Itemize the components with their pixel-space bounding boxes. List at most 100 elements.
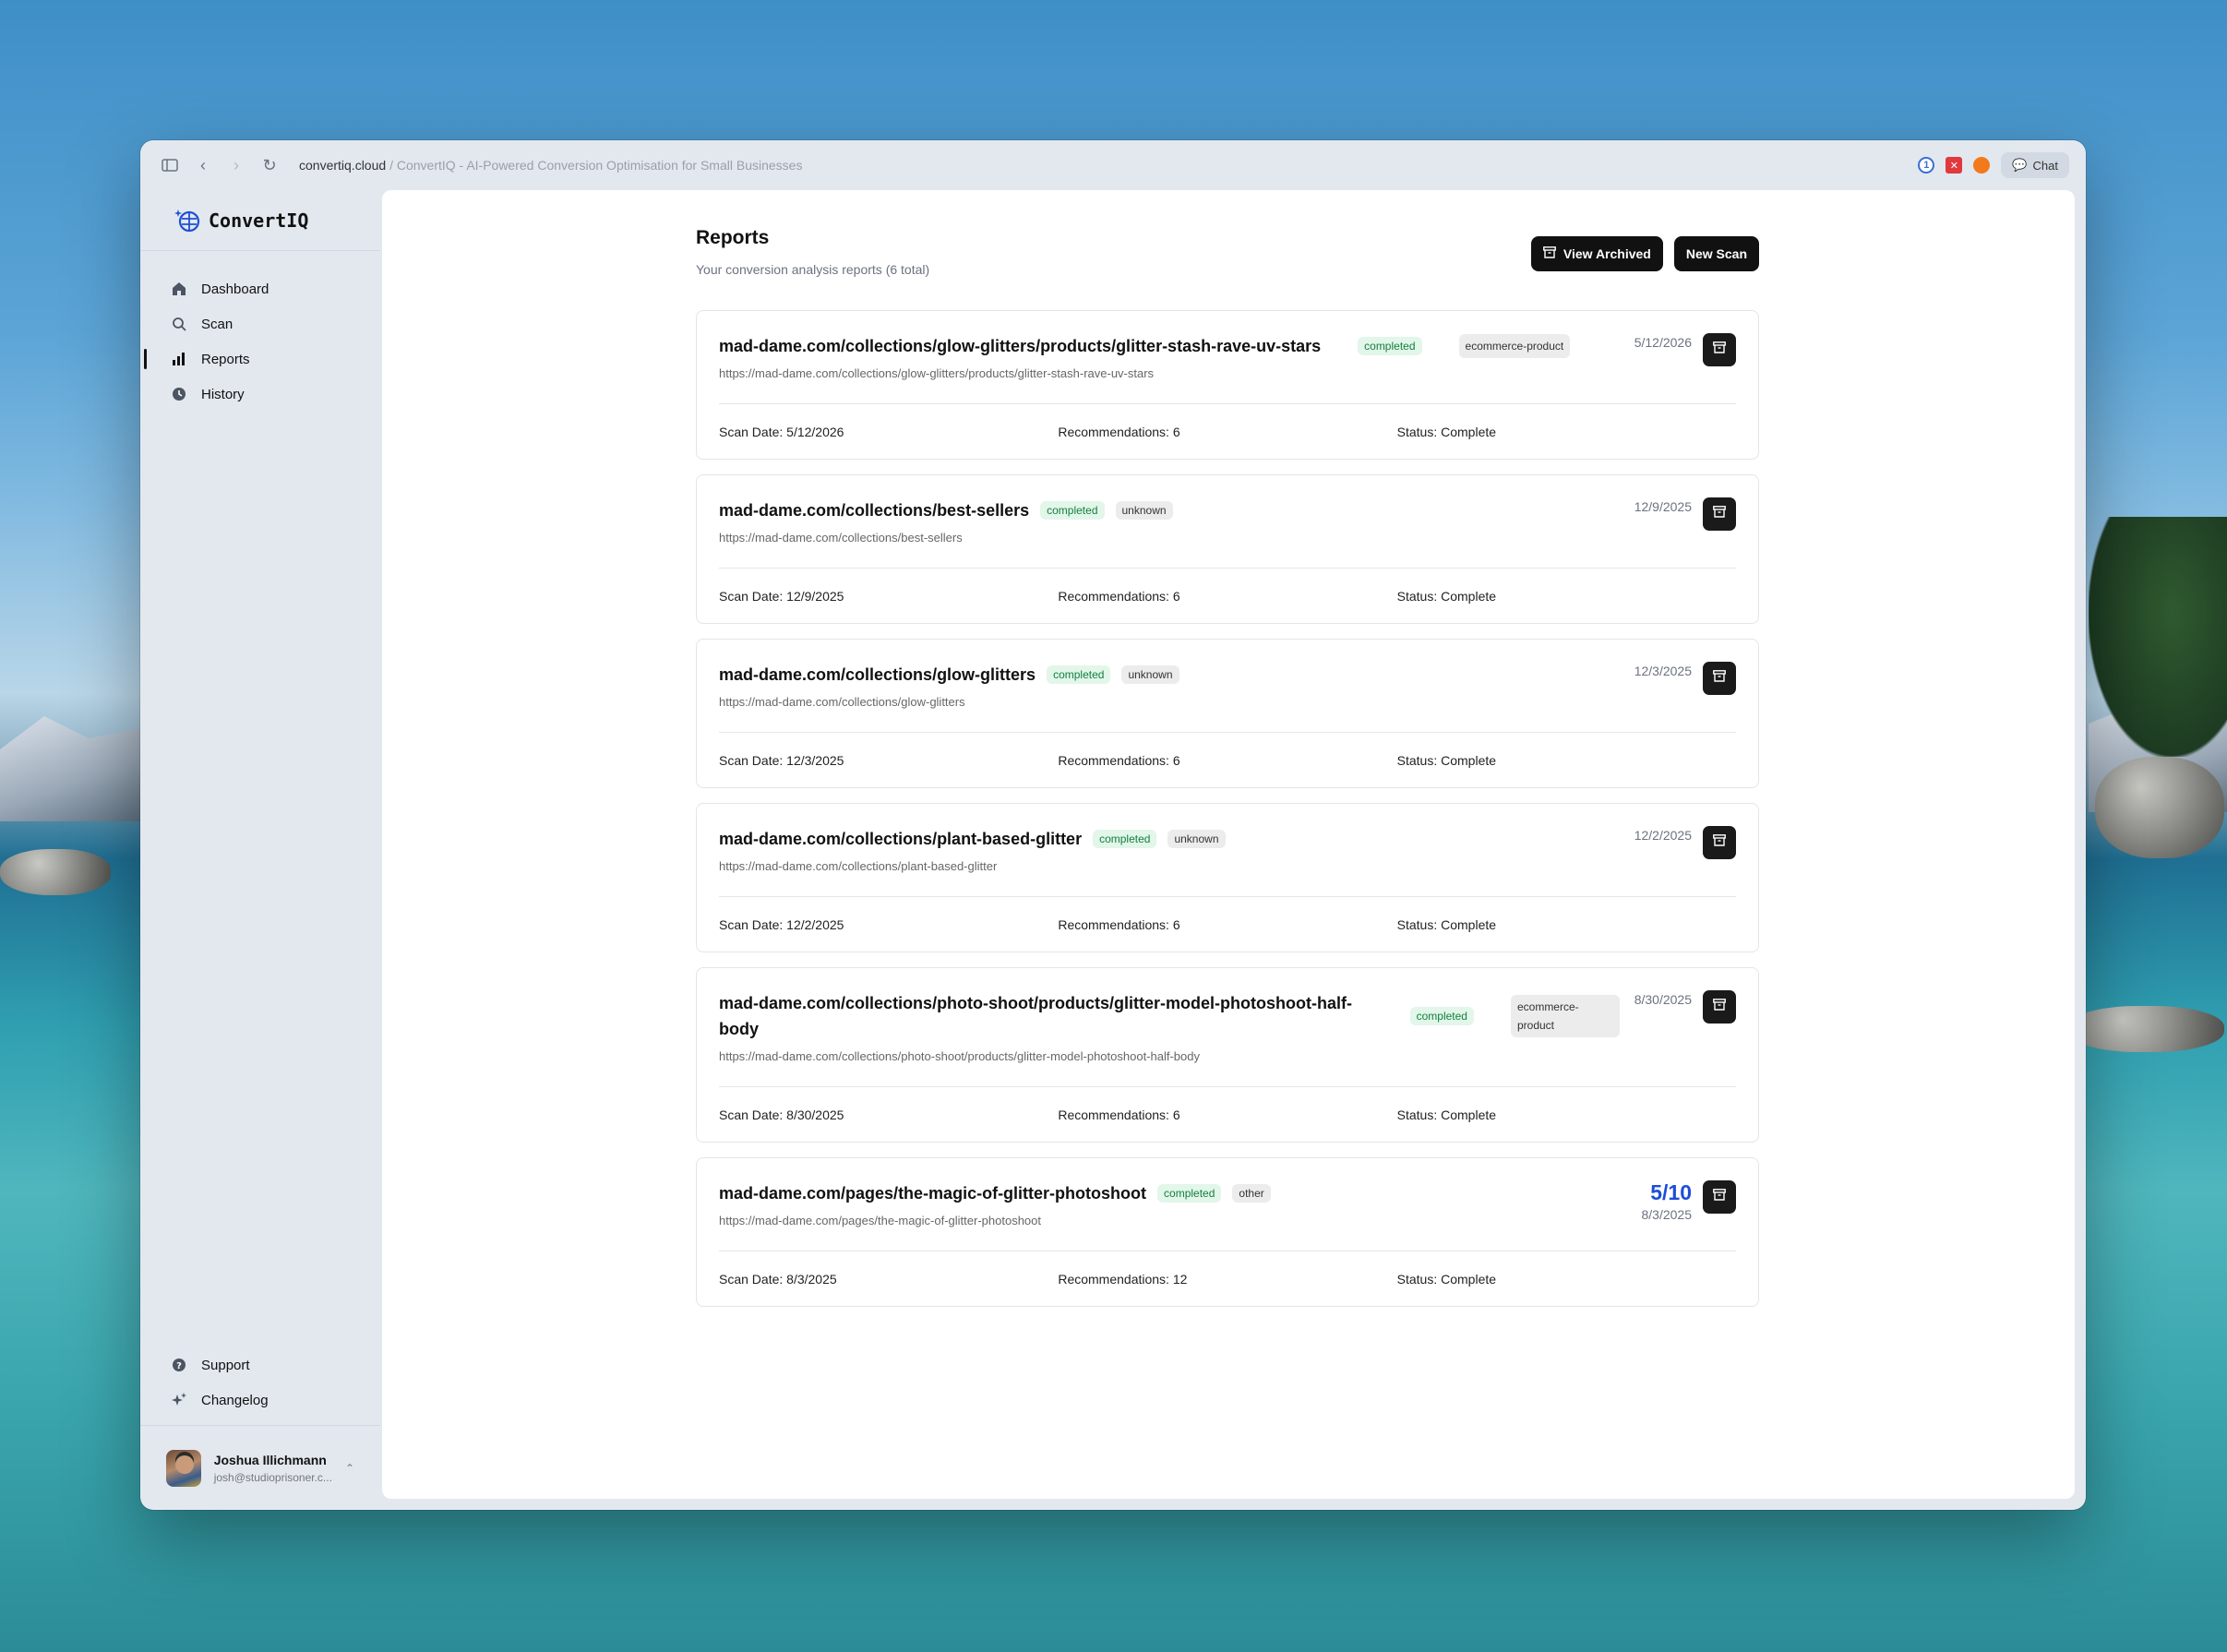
sidebar-item-label: Support — [201, 1357, 250, 1373]
background-rock — [2095, 757, 2224, 858]
recommendations-count: Recommendations: 6 — [1058, 752, 1180, 768]
status-badge: completed — [1157, 1184, 1222, 1203]
report-status: Status: Complete — [1396, 1271, 1497, 1287]
sidebar-item-scan[interactable]: Scan — [140, 306, 380, 341]
browser-window: ‹ › ↻ convertiq.cloud / ConvertIQ - AI-P… — [140, 140, 2086, 1510]
blocker-extension-icon[interactable]: ✕ — [1946, 157, 1963, 174]
bar-chart-icon — [170, 350, 188, 368]
report-title[interactable]: mad-dame.com/pages/the-magic-of-glitter-… — [719, 1180, 1146, 1206]
address-host: convertiq.cloud — [299, 158, 387, 173]
archive-icon — [1713, 670, 1726, 687]
clock-icon — [170, 385, 188, 403]
sparkle-icon — [170, 1391, 188, 1409]
status-badge: completed — [1040, 501, 1105, 520]
user-email: josh@studioprisoner.c... — [213, 1470, 332, 1484]
scan-date: Scan Date: 12/2/2025 — [719, 916, 844, 932]
sidebar-item-label: Dashboard — [201, 281, 269, 297]
chevron-up-icon: ⌃ — [344, 1461, 354, 1475]
report-title[interactable]: mad-dame.com/collections/glow-glitters — [719, 662, 1036, 688]
report-status: Status: Complete — [1396, 424, 1497, 439]
report-status: Status: Complete — [1396, 588, 1497, 604]
brain-logo-icon — [174, 208, 200, 233]
brand[interactable]: ConvertIQ — [140, 190, 380, 251]
address-bar[interactable]: convertiq.cloud / ConvertIQ - AI-Powered… — [299, 158, 802, 173]
address-separator: / — [389, 158, 393, 173]
brand-name: ConvertIQ — [209, 209, 309, 232]
archive-button[interactable] — [1703, 333, 1736, 366]
archive-button[interactable] — [1703, 662, 1736, 695]
recommendations-count: Recommendations: 6 — [1058, 1107, 1180, 1122]
recommendations-count: Recommendations: 6 — [1058, 424, 1180, 439]
report-list: mad-dame.com/collections/glow-glitters/p… — [696, 310, 1759, 1307]
report-date: 12/2/2025 — [1634, 828, 1692, 843]
sidebar: ConvertIQ Dashboard Scan Reports History — [140, 190, 380, 1510]
report-status: Status: Complete — [1396, 1107, 1497, 1122]
sidebar-item-label: History — [201, 386, 245, 402]
report-url: https://mad-dame.com/collections/best-se… — [719, 531, 963, 545]
score-value: 5/10 — [1650, 1180, 1692, 1204]
page-type-badge: ecommerce-product — [1510, 995, 1620, 1037]
report-card[interactable]: mad-dame.com/collections/glow-glitters c… — [696, 639, 1759, 788]
status-badge: completed — [1409, 1007, 1474, 1025]
help-icon: ? — [170, 1356, 188, 1374]
sidebar-toggle-icon[interactable] — [157, 152, 183, 178]
sidebar-item-label: Scan — [201, 316, 233, 332]
report-card[interactable]: mad-dame.com/collections/photo-shoot/pro… — [696, 967, 1759, 1143]
report-status: Status: Complete — [1396, 752, 1497, 768]
report-card[interactable]: mad-dame.com/pages/the-magic-of-glitter-… — [696, 1157, 1759, 1307]
page-type-badge: ecommerce-product — [1458, 334, 1571, 358]
home-icon — [170, 280, 188, 298]
svg-text:?: ? — [176, 1361, 182, 1371]
sidebar-item-history[interactable]: History — [140, 377, 380, 412]
status-badge: completed — [1047, 665, 1111, 684]
reload-icon[interactable]: ↻ — [257, 152, 282, 178]
header-actions: View Archived New Scan — [1530, 236, 1759, 271]
report-date: 12/9/2025 — [1634, 499, 1692, 514]
forward-icon[interactable]: › — [223, 152, 249, 178]
scan-date: Scan Date: 8/30/2025 — [719, 1107, 844, 1122]
scan-date: Scan Date: 12/3/2025 — [719, 752, 844, 768]
report-title[interactable]: mad-dame.com/collections/photo-shoot/pro… — [719, 990, 1373, 1042]
sidebar-item-changelog[interactable]: Changelog — [140, 1383, 380, 1418]
scan-date: Scan Date: 12/9/2025 — [719, 588, 844, 604]
background-tree — [2089, 517, 2227, 757]
background-mountain-left — [0, 716, 148, 821]
chat-button[interactable]: 💬 Chat — [2001, 152, 2069, 178]
background-rock — [0, 849, 111, 895]
report-date: 12/3/2025 — [1634, 664, 1692, 678]
sidebar-item-label: Changelog — [201, 1392, 269, 1408]
password-manager-extension-icon[interactable]: 1 — [1918, 157, 1935, 174]
archive-button[interactable] — [1703, 990, 1736, 1024]
chat-bubble-icon: 💬 — [2012, 158, 2028, 172]
page-type-badge: unknown — [1115, 501, 1173, 520]
report-title[interactable]: mad-dame.com/collections/best-sellers — [719, 497, 1029, 523]
report-card[interactable]: mad-dame.com/collections/best-sellers co… — [696, 474, 1759, 624]
report-title[interactable]: mad-dame.com/collections/glow-glitters/p… — [719, 333, 1321, 359]
page-header: Reports Your conversion analysis reports… — [696, 227, 1759, 310]
back-icon[interactable]: ‹ — [190, 152, 216, 178]
sidebar-item-reports[interactable]: Reports — [140, 341, 380, 377]
main-panel: Reports Your conversion analysis reports… — [382, 190, 2075, 1499]
archive-icon — [1713, 506, 1726, 522]
archive-button[interactable] — [1703, 826, 1736, 859]
report-card[interactable]: mad-dame.com/collections/glow-glitters/p… — [696, 310, 1759, 460]
archive-button[interactable] — [1703, 497, 1736, 531]
sidebar-item-support[interactable]: ? Support — [140, 1347, 380, 1383]
new-scan-button[interactable]: New Scan — [1673, 236, 1759, 271]
archive-button[interactable] — [1703, 1180, 1736, 1214]
orange-extension-icon[interactable] — [1973, 157, 1991, 174]
report-title[interactable]: mad-dame.com/collections/plant-based-gli… — [719, 826, 1082, 852]
sidebar-item-dashboard[interactable]: Dashboard — [140, 271, 380, 306]
user-name: Joshua Illichmann — [213, 1452, 327, 1467]
view-archived-button[interactable]: View Archived — [1530, 236, 1663, 271]
search-icon — [170, 315, 188, 333]
background-rock — [2067, 1006, 2224, 1052]
archive-icon — [1543, 246, 1556, 261]
user-menu[interactable]: Joshua Illichmann josh@studioprisoner.c.… — [140, 1425, 380, 1510]
recommendations-count: Recommendations: 6 — [1058, 588, 1180, 604]
scan-date: Scan Date: 5/12/2026 — [719, 424, 844, 439]
report-url: https://mad-dame.com/collections/glow-gl… — [719, 695, 965, 709]
report-card[interactable]: mad-dame.com/collections/plant-based-gli… — [696, 803, 1759, 952]
status-badge: completed — [1358, 337, 1422, 355]
archive-icon — [1713, 999, 1726, 1015]
